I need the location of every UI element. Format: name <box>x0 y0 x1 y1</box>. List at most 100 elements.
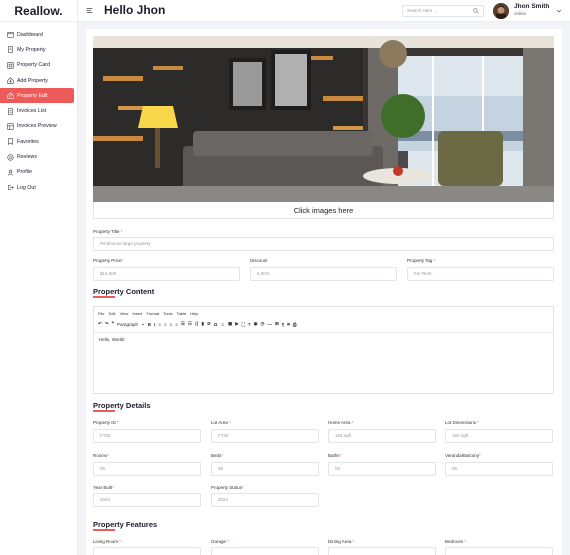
quote-icon[interactable]: ❞ <box>112 321 114 327</box>
home-area-input[interactable]: 150 sqft <box>328 429 436 443</box>
editor-menu-view[interactable]: View <box>120 311 129 316</box>
editor-menu-tools[interactable]: Tools <box>163 311 172 316</box>
veranda-balcony-input[interactable]: 05 <box>445 462 553 476</box>
rich-text-editor[interactable]: File Edit View Insert Format Tools Table… <box>93 306 554 394</box>
label-text: Home Area <box>328 420 351 425</box>
lot-dimensions-input[interactable]: 150 sqft <box>445 429 553 443</box>
page-title: Hello Jhon <box>104 3 166 17</box>
sidebar-item-favorites[interactable]: Favorites <box>0 134 74 149</box>
required-asterisk: * <box>464 539 467 544</box>
table-icon[interactable]: ⊞ <box>275 321 279 327</box>
emoji-icon[interactable]: ☺ <box>220 322 225 327</box>
discount-input[interactable]: 5.00% <box>250 267 397 281</box>
time-icon[interactable]: ◷ <box>261 321 265 327</box>
document-icon <box>7 108 14 115</box>
editor-menu-insert[interactable]: Insert <box>132 311 142 316</box>
code-icon[interactable]: ⟨⟩ <box>195 321 199 327</box>
property-status-label: Property Status* <box>211 485 244 490</box>
editor-menu-format[interactable]: Format <box>146 311 159 316</box>
dining-area-input[interactable] <box>328 547 436 555</box>
beds-input[interactable]: 06 <box>211 462 319 476</box>
media-icon[interactable]: ▶ <box>235 321 238 327</box>
sidebar-item-property-card[interactable]: Property Card <box>0 58 74 73</box>
rooms-input[interactable]: 06 <box>93 462 201 476</box>
bullet-list-icon[interactable]: ☰ <box>181 321 185 327</box>
format-select[interactable]: Paragraph <box>117 322 138 327</box>
property-status-input[interactable]: 2024 <box>211 493 319 507</box>
editor-menu-table[interactable]: Table <box>177 311 187 316</box>
image-icon[interactable]: ▣ <box>228 321 232 327</box>
chevron-down-icon[interactable] <box>556 8 562 14</box>
section-title-content: Property Content <box>93 287 155 296</box>
lot-area-input[interactable]: FT30 <box>211 429 319 443</box>
sidebar-item-add-property[interactable]: Add Property <box>0 73 74 88</box>
source-icon[interactable]: ⌗ <box>287 322 290 327</box>
hamburger-menu-icon[interactable] <box>86 7 93 14</box>
living-room-input[interactable] <box>93 547 201 555</box>
required-asterisk: * <box>242 485 244 490</box>
align-center-icon[interactable]: ≡ <box>164 322 167 327</box>
sidebar-item-reviews[interactable]: Reviews <box>0 149 74 164</box>
label-text: Lot Area <box>211 420 228 425</box>
garage-input[interactable] <box>211 547 319 555</box>
sidebar-item-property-edit[interactable]: Property Edit <box>0 88 74 104</box>
editor-menu-file[interactable]: File <box>98 311 104 316</box>
chevron-down-icon[interactable]: ⌄ <box>141 321 145 327</box>
bookmark-icon <box>7 138 14 146</box>
baths-input[interactable]: 03 <box>328 462 436 476</box>
user-name[interactable]: Jhon Smith <box>514 3 549 10</box>
sidebar-item-profile[interactable]: Profile <box>0 165 74 180</box>
avatar[interactable] <box>493 3 509 19</box>
year-built-input[interactable]: 2024 <box>93 493 201 507</box>
label-text: Property Status <box>211 485 243 490</box>
align-right-icon[interactable]: ≡ <box>170 322 173 327</box>
required-asterisk: * <box>351 420 354 425</box>
justify-icon[interactable]: ≡ <box>175 322 178 327</box>
star-icon <box>7 153 14 161</box>
required-asterisk: * <box>477 420 480 425</box>
required-asterisk: * <box>117 420 119 425</box>
property-price-input[interactable]: $14,000 <box>93 267 240 281</box>
property-title-input[interactable]: Penthouse large property <box>93 237 554 251</box>
label-text: Property Title <box>93 229 120 234</box>
italic-icon[interactable]: I <box>154 322 155 327</box>
special-char-icon[interactable]: Ω <box>214 322 218 327</box>
property-image[interactable] <box>93 36 554 202</box>
link-icon[interactable]: ⊘ <box>207 321 211 327</box>
sidebar-item-dashboard[interactable]: Dashboard <box>0 27 74 42</box>
search-icon[interactable] <box>473 8 479 14</box>
sidebar-item-log-out[interactable]: Log Out <box>0 180 74 195</box>
redo-icon[interactable]: ↷ <box>105 321 109 327</box>
numbered-list-icon[interactable]: ☷ <box>188 321 192 327</box>
preview-icon[interactable]: ◉ <box>254 321 258 327</box>
search-input[interactable]: Search Here ... <box>402 5 484 17</box>
sidebar-item-invoices-preview[interactable]: Invoices Preview <box>0 119 74 134</box>
sidebar-item-label: Profile <box>17 169 33 176</box>
label-text: Lot Dimensions <box>445 420 477 425</box>
sidebar-item-my-property[interactable]: My Property <box>0 42 74 57</box>
property-tag-input[interactable]: For Rent <box>407 267 554 281</box>
print-icon[interactable]: ⎙ <box>293 322 297 327</box>
paragraph-icon[interactable]: ¶ <box>282 322 285 327</box>
required-asterisk: * <box>479 453 481 458</box>
dining-area-label: Dining Area * <box>328 539 354 544</box>
label-text: Rooms <box>93 453 108 458</box>
bedroom-input[interactable] <box>445 547 553 555</box>
lot-area-label: Lot Area * <box>211 420 231 425</box>
fullscreen-icon[interactable]: ⛶ <box>242 322 245 327</box>
editor-content[interactable]: Hello, World! <box>99 337 125 342</box>
sidebar-item-invoices-list[interactable]: Invoices List <box>0 103 74 118</box>
hr-icon[interactable]: — <box>267 322 272 327</box>
editor-menu-help[interactable]: Help <box>190 311 198 316</box>
help-icon[interactable]: ? <box>248 322 251 327</box>
editor-menu-edit[interactable]: Edit <box>109 311 116 316</box>
upload-image-area[interactable]: Click images here <box>93 202 554 219</box>
required-asterisk: * <box>112 485 114 490</box>
bookmark-icon[interactable]: ▮ <box>201 321 203 327</box>
app-logo[interactable]: Reallow. <box>0 0 77 22</box>
bedroom-label: Bedroom * <box>445 539 466 544</box>
align-left-icon[interactable]: ≡ <box>158 322 161 327</box>
bold-icon[interactable]: B <box>148 322 151 327</box>
property-id-input[interactable]: FT30 <box>93 429 201 443</box>
undo-icon[interactable]: ↶ <box>98 321 102 327</box>
